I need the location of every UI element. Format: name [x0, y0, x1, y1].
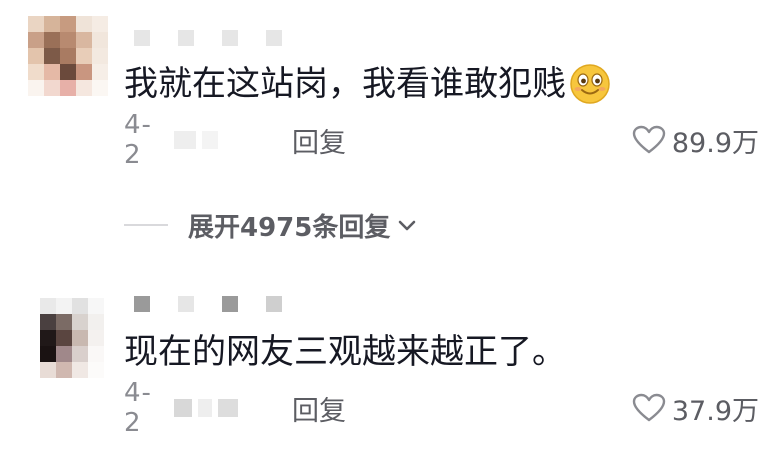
chevron-down-icon: [399, 220, 416, 231]
avatar[interactable]: [28, 16, 108, 96]
date-blurred: [174, 399, 292, 417]
comment-date: 4-2: [124, 378, 152, 438]
like-button[interactable]: 89.9万: [632, 121, 759, 160]
reply-button[interactable]: 回复: [292, 121, 346, 160]
like-count: 37.9万: [671, 395, 759, 427]
comment-meta: 4-2 回复 37.9万: [124, 378, 759, 438]
comment-item: 现在的网友三观越来越正了。 4-2 回复 37.9万: [0, 280, 777, 459]
username-blurred[interactable]: [134, 28, 282, 48]
heart-icon: [632, 393, 666, 422]
expand-replies-label: 展开4975条回复: [188, 212, 391, 243]
comment-date: 4-2: [124, 110, 152, 170]
divider-line: [124, 224, 168, 226]
username-blurred[interactable]: [134, 294, 282, 314]
smiling-face-icon: [568, 62, 612, 106]
heart-icon: [632, 125, 666, 154]
date-blurred: [174, 131, 292, 149]
comment-item: 我就在这站岗，我看谁敢犯贱 4-2 回复 89.9万 展开4975条回复: [0, 0, 777, 270]
expand-replies-button[interactable]: 展开4975条回复: [124, 205, 418, 245]
comment-text-content: 我就在这站岗，我看谁敢犯贱: [124, 64, 566, 104]
like-button[interactable]: 37.9万: [632, 389, 759, 428]
comment-text: 我就在这站岗，我看谁敢犯贱: [124, 62, 612, 106]
comment-text-content: 现在的网友三观越来越正了。: [124, 332, 566, 372]
comment-text: 现在的网友三观越来越正了。: [124, 330, 566, 374]
reply-button[interactable]: 回复: [292, 389, 346, 428]
avatar[interactable]: [40, 298, 104, 378]
like-count: 89.9万: [671, 127, 759, 159]
comment-meta: 4-2 回复 89.9万: [124, 110, 759, 170]
